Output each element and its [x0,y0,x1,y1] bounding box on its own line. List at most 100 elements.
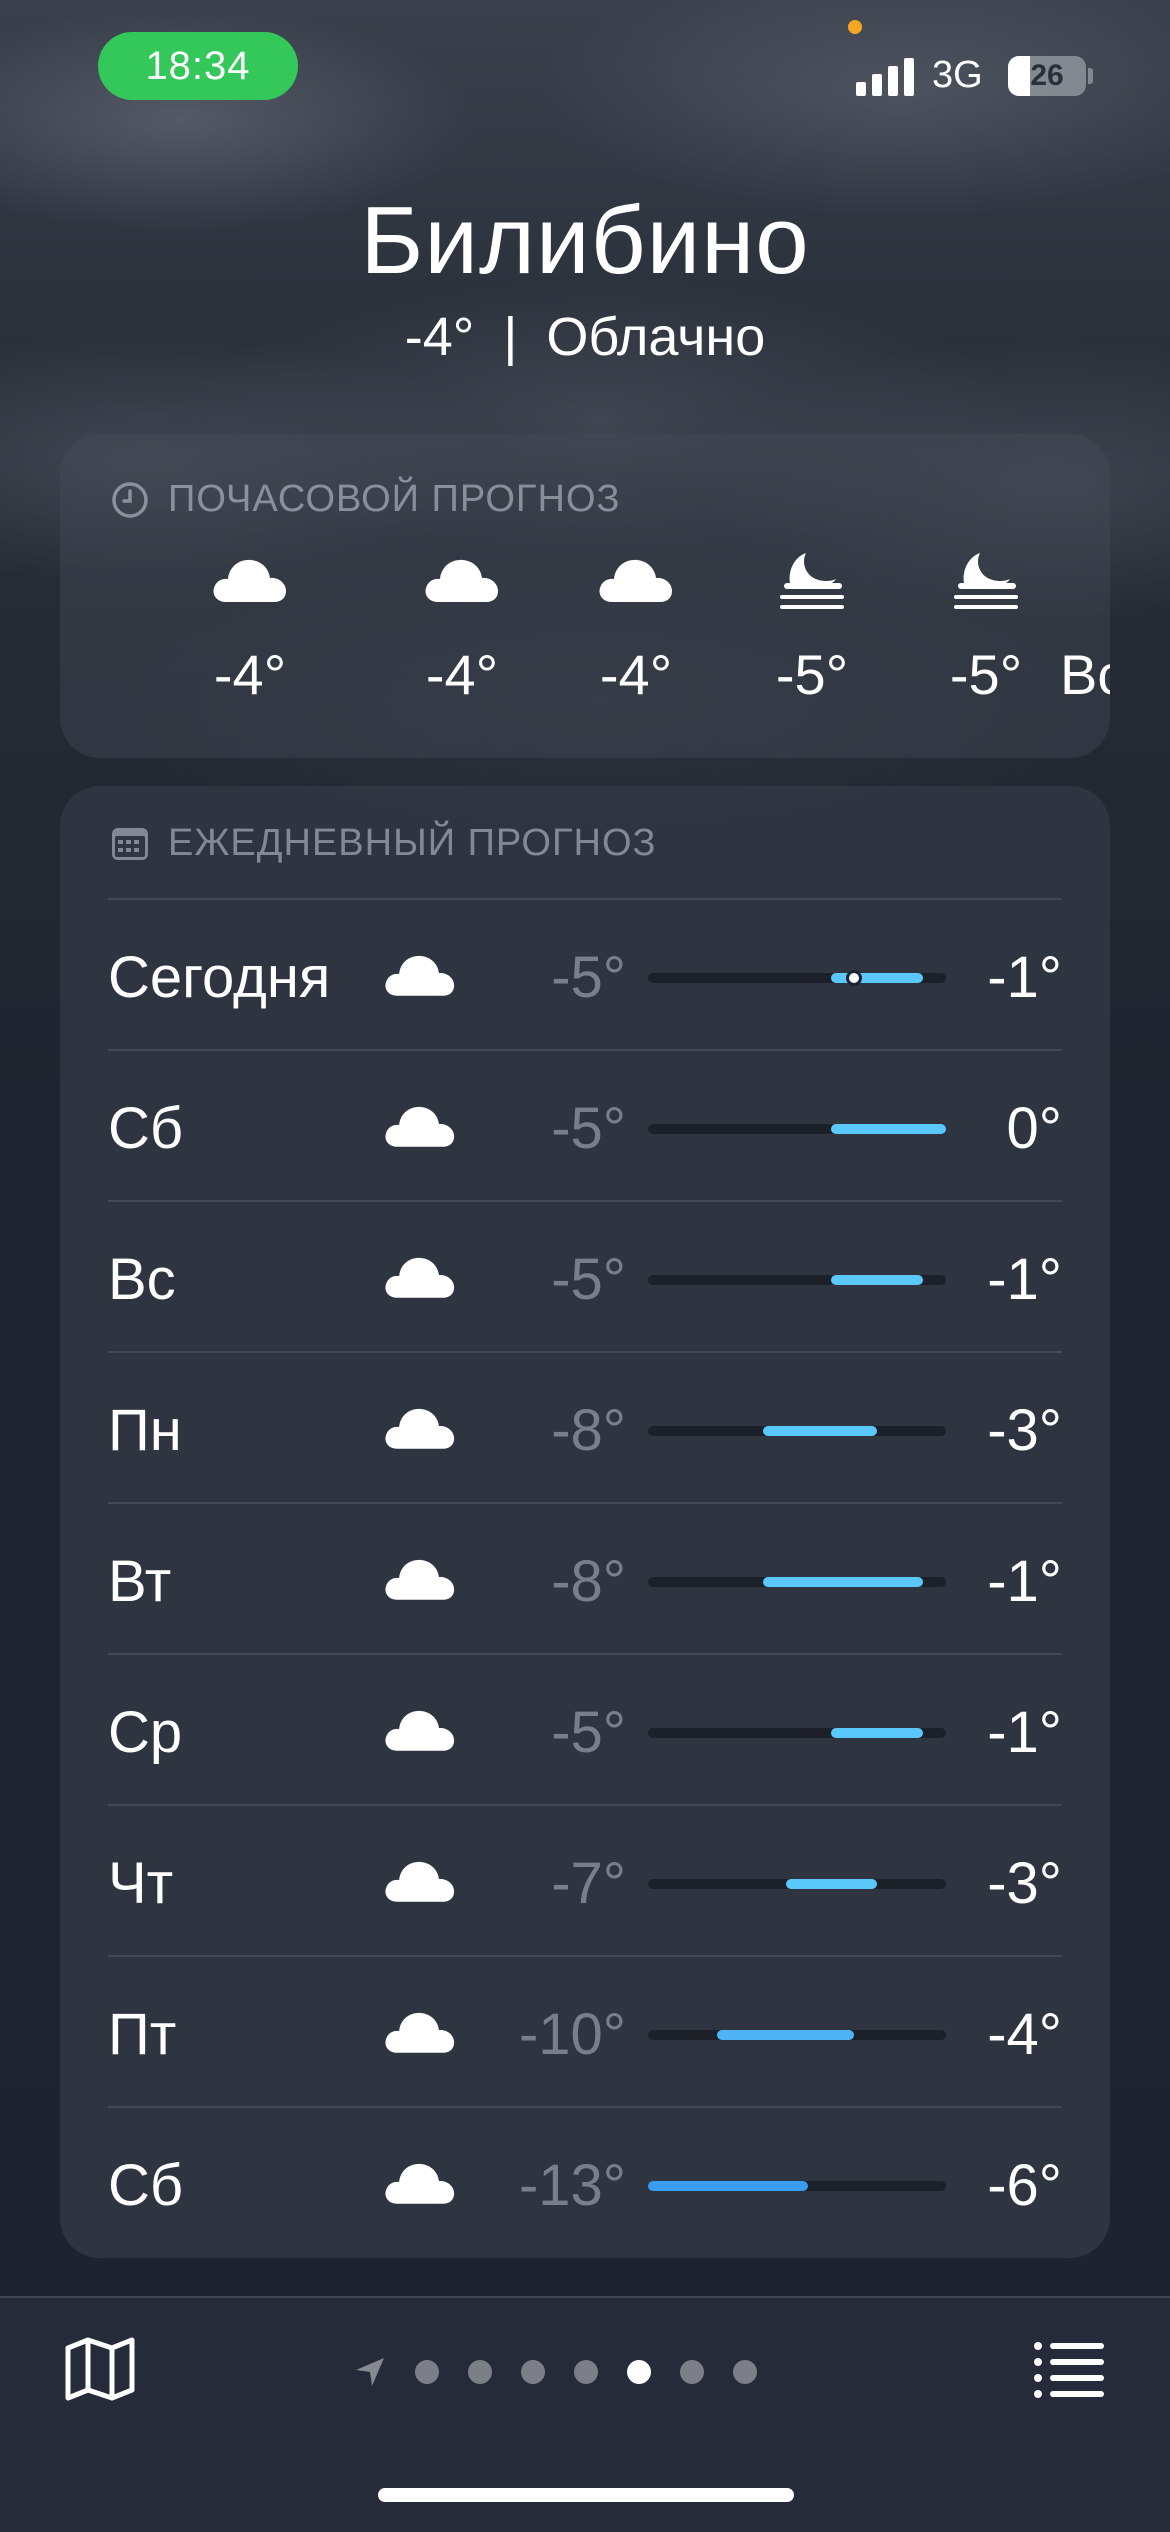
hour-temp: Вс [1060,643,1110,706]
moon-fog-icon [954,553,1018,609]
day-icon [384,1403,456,1456]
page-dot[interactable] [733,2360,757,2384]
high-temp: -1° [987,945,1062,1010]
map-icon[interactable] [64,2336,136,2402]
temp-range-fill [831,1275,924,1285]
hour-item: -4° [170,544,330,707]
day-icon [384,2158,456,2211]
daily-row: Сб -13° -6° [108,2106,1062,2257]
condition-text: Облачно [546,307,766,367]
daily-row: Ср -5° -1° [108,1653,1062,1804]
hour-temp: -4° [425,643,499,706]
temp-range-bar [648,2181,946,2191]
daily-row: Чт -7° -3° [108,1804,1062,1955]
day-name: Сегодня [108,945,331,1010]
hourly-forecast-card[interactable]: ПОЧАСОВОЙ ПРОГНОЗ -4° -4° -4° -5° -5° Вс [60,434,1110,758]
cellular-signal-icon [856,56,914,96]
low-temp: -5° [551,1096,626,1161]
cloud-icon [385,1408,455,1449]
page-dot[interactable] [468,2360,492,2384]
low-temp: -5° [551,1700,626,1765]
status-time[interactable]: 18:34 [98,32,298,100]
day-name: Пт [108,2002,177,2067]
status-time-label: 18:34 [145,43,251,88]
temp-range-fill [831,1124,946,1134]
current-temp: -4° [404,307,475,367]
high-temp: -1° [987,1549,1062,1614]
day-name: Сб [108,1096,184,1161]
home-indicator[interactable] [378,2488,794,2502]
temp-range-fill [831,973,924,983]
high-temp: 0° [1006,1096,1062,1161]
high-temp: -1° [987,1247,1062,1312]
low-temp: -5° [551,945,626,1010]
calendar-icon [112,827,148,860]
day-name: Вт [108,1549,172,1614]
hour-item: -4° [382,544,542,707]
day-name: Вс [108,1247,176,1312]
hour-temp: -4° [213,643,287,706]
low-temp: -8° [551,1549,626,1614]
day-icon [384,2007,456,2060]
high-temp: -6° [987,2153,1062,2218]
temp-range-bar [648,1728,946,1738]
low-temp: -10° [518,2002,626,2067]
page-dot[interactable] [574,2360,598,2384]
daily-row: Вс -5° -1° [108,1200,1062,1351]
mic-indicator-dot [848,20,862,34]
cloud-icon [213,559,286,602]
hour-item: -5° [732,544,892,707]
daily-row: Сб -5° 0° [108,1049,1062,1200]
day-icon [384,1856,456,1909]
high-temp: -1° [987,1700,1062,1765]
page-dot[interactable] [521,2360,545,2384]
battery-cap [1088,68,1093,84]
cloud-icon [599,559,672,602]
temp-range-bar [648,1124,946,1134]
daily-list: Сегодня -5° -1° Сб -5° 0° Вс -5° -1° Пн -8° -3° Вт -8… [108,898,1062,2257]
hour-item: -4° [556,544,716,707]
temp-range-fill [785,1879,878,1889]
cloud-icon [385,2012,455,2053]
daily-row: Сегодня -5° -1° [108,898,1062,1049]
low-temp: -13° [518,2153,626,2218]
current-conditions: -4° | Облачно [0,306,1170,368]
daily-row: Пт -10° -4° [108,1955,1062,2106]
temp-range-bar [648,1577,946,1587]
list-icon[interactable] [1032,2338,1104,2398]
hour-temp: -5° [775,643,849,706]
day-icon [384,1252,456,1305]
temp-range-bar [648,1275,946,1285]
page-dot[interactable] [680,2360,704,2384]
daily-row: Пн -8° -3° [108,1351,1062,1502]
day-name: Сб [108,2153,184,2218]
page-dot[interactable] [627,2360,651,2384]
hourly-list[interactable]: -4° -4° -4° -5° -5° Вс [60,434,1110,758]
day-icon [384,1705,456,1758]
temp-range-bar [648,970,946,986]
temp-range-bar [648,1426,946,1436]
day-name: Чт [108,1851,174,1916]
low-temp: -5° [551,1247,626,1312]
temp-range-fill [831,1728,924,1738]
network-type: 3G [932,54,983,96]
hour-temp: -4° [599,643,673,706]
daily-header: ЕЖЕДНЕВНЫЙ ПРОГНОЗ [110,822,657,865]
low-temp: -8° [551,1398,626,1463]
separator: | [503,307,518,367]
page-indicator[interactable] [354,2356,757,2388]
high-temp: -4° [987,2002,1062,2067]
cloud-icon [385,1559,455,1600]
day-icon [384,950,456,1003]
temp-range-fill [716,2030,855,2040]
daily-forecast-card[interactable]: ЕЖЕДНЕВНЫЙ ПРОГНОЗ Сегодня -5° -1° Сб -5° 0° В… [60,786,1110,2258]
cloud-icon [385,1106,455,1147]
current-temp-marker [846,970,863,986]
city-name: Билибино [360,187,810,294]
battery-level: 26 [1030,59,1064,92]
page-dot[interactable] [415,2360,439,2384]
high-temp: -3° [987,1398,1062,1463]
hour-temp: -5° [949,643,1023,706]
location-arrow-icon[interactable] [354,2356,386,2388]
low-temp: -7° [551,1851,626,1916]
